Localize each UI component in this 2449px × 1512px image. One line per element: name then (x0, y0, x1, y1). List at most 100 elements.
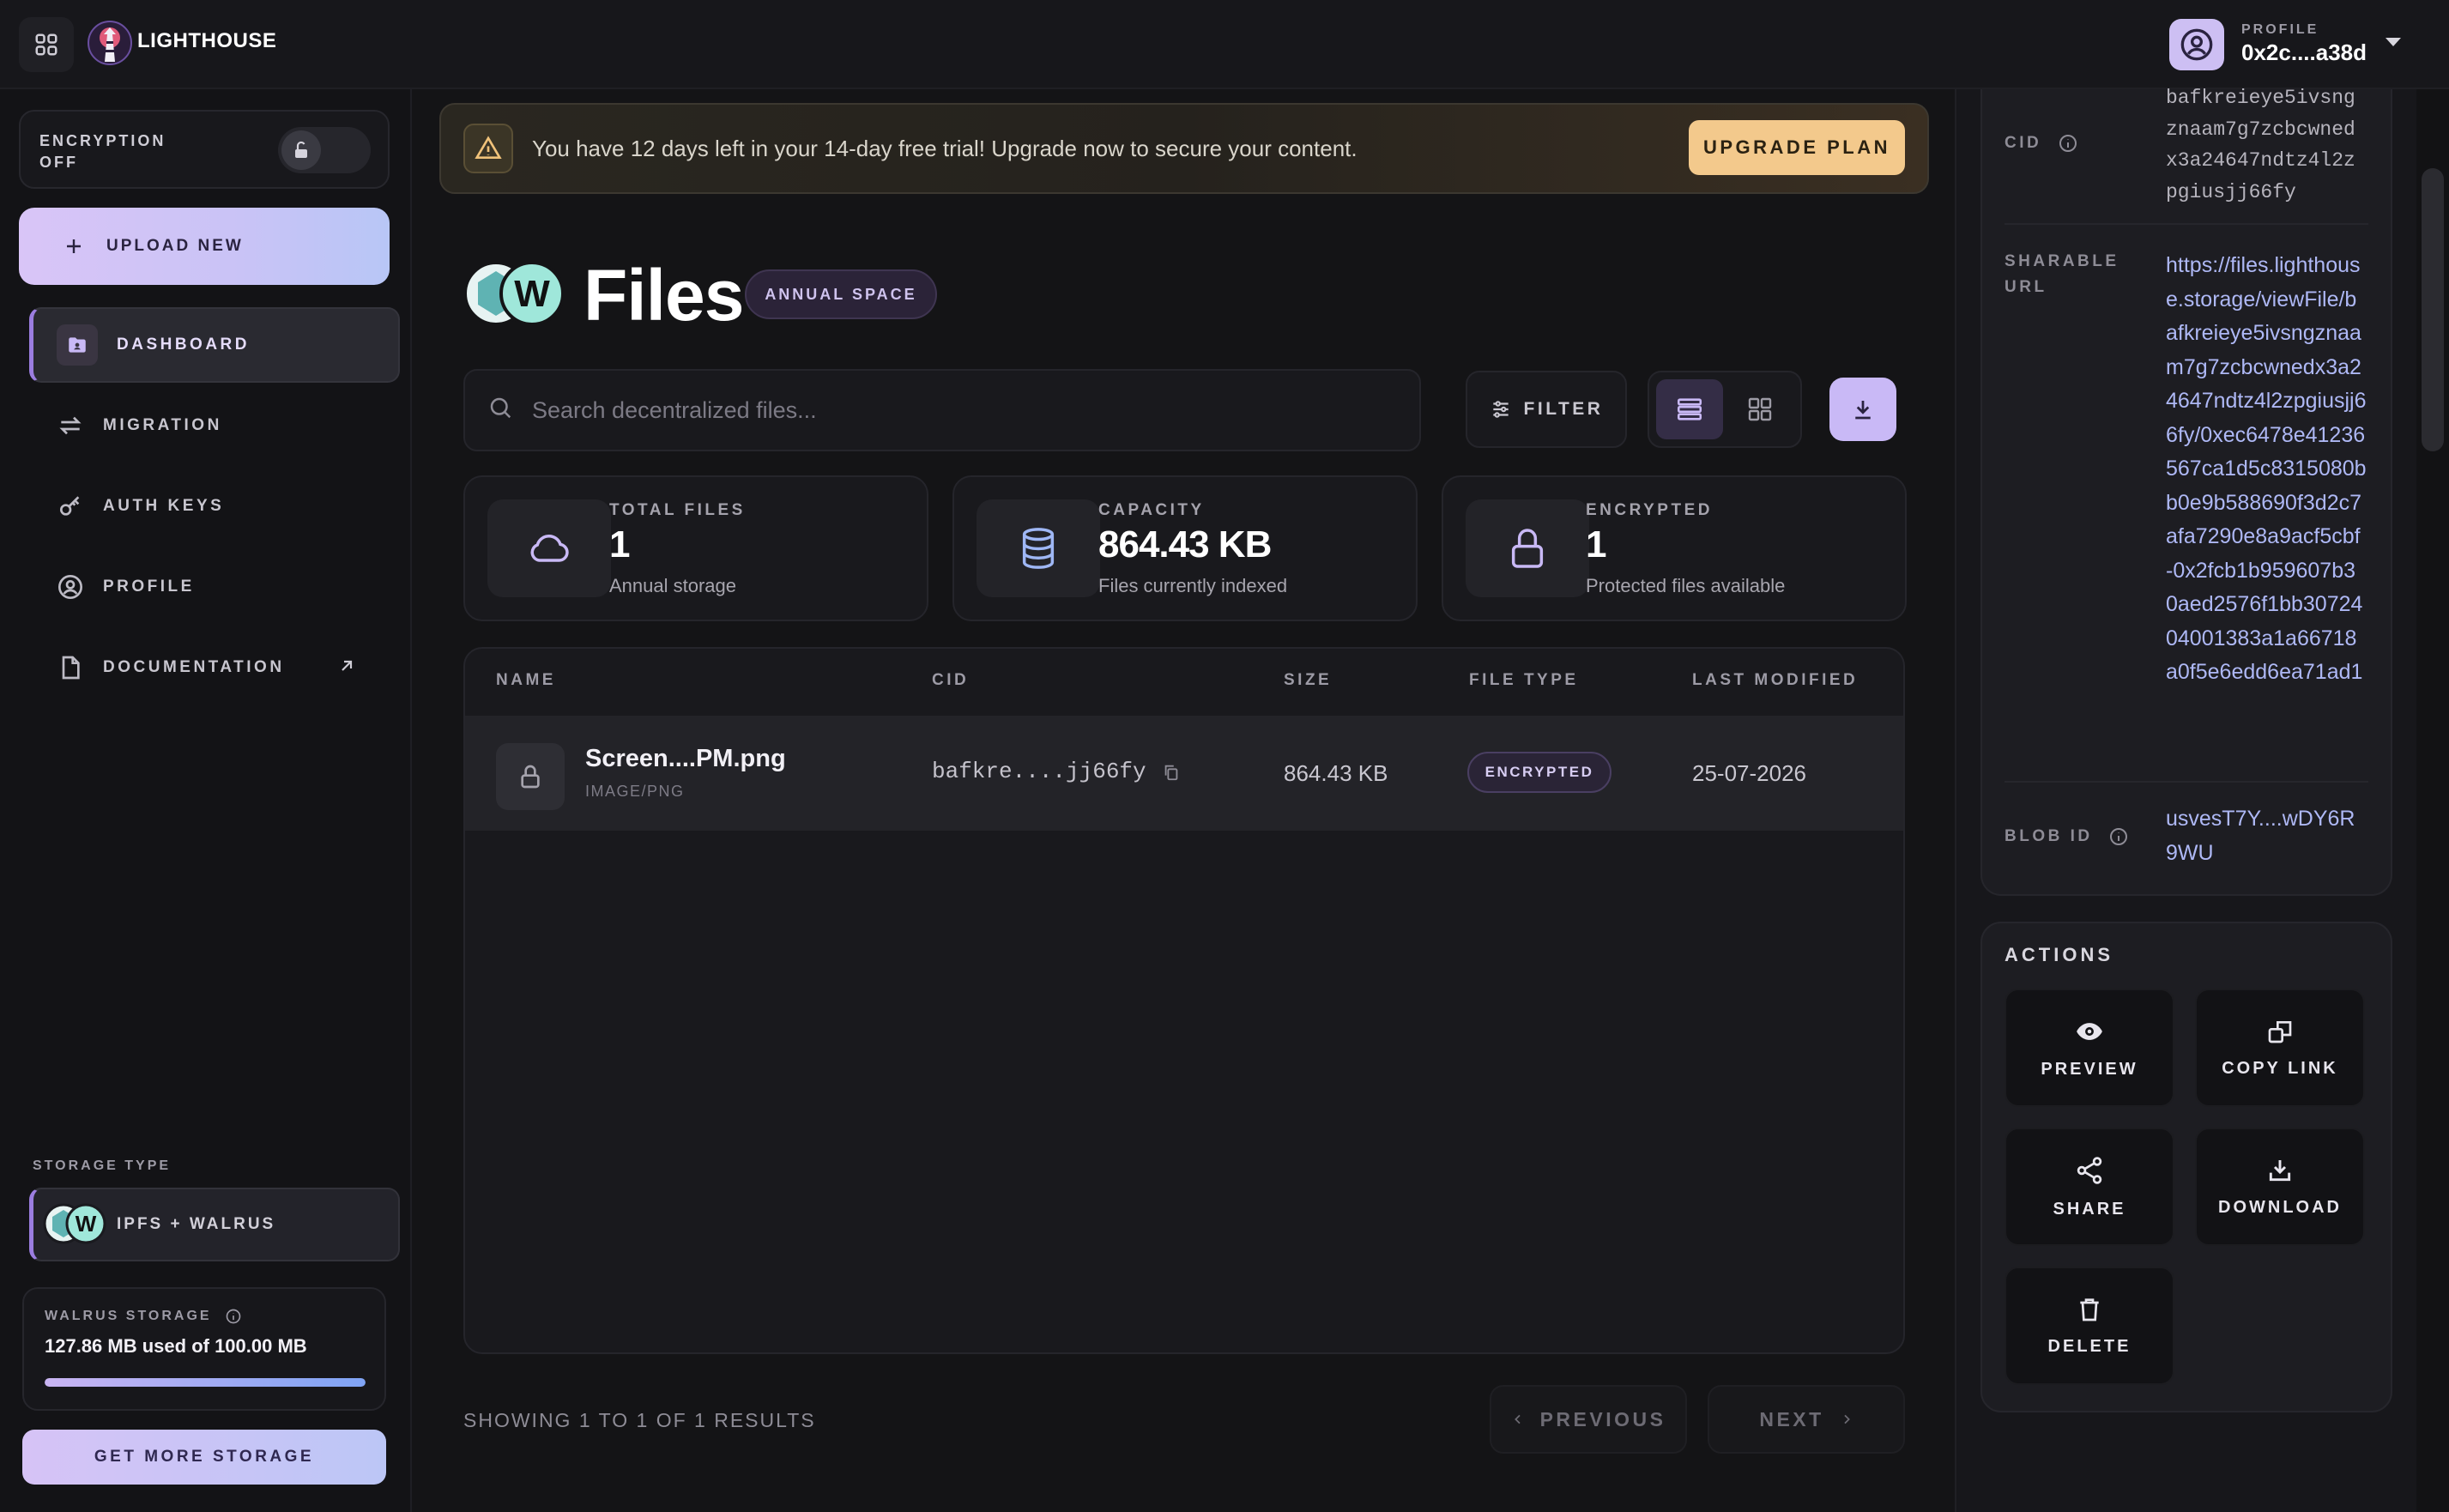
storage-type-caption: STORAGE TYPE (33, 1158, 172, 1173)
next-label: NEXT (1759, 1407, 1824, 1430)
search-icon (490, 397, 511, 419)
copy-link-button[interactable]: COPY LINK (2195, 989, 2365, 1107)
sliders-icon (1492, 401, 1509, 418)
file-modified: 25-07-2026 (1692, 760, 1806, 786)
info-icon[interactable] (225, 1308, 242, 1325)
upload-new-button[interactable]: UPLOAD NEW (19, 208, 390, 285)
scrollbar-thumb[interactable] (2422, 168, 2444, 451)
plus-icon (67, 239, 81, 253)
trash-icon (2080, 1297, 2099, 1321)
sidebar-item-label: PROFILE (103, 578, 195, 596)
preview-button[interactable]: PREVIEW (2005, 989, 2174, 1107)
download-button[interactable]: DOWNLOAD (2195, 1128, 2365, 1246)
blob-id-label: BLOB ID (2005, 824, 2129, 850)
encryption-toggle-knob[interactable] (281, 130, 321, 170)
download-all-button[interactable] (1829, 378, 1896, 441)
encryption-status-label: ENCRYPTION OFF (39, 132, 166, 171)
search-input[interactable] (532, 381, 1390, 439)
user-circle-icon (58, 575, 82, 599)
cid-label: CID (2005, 130, 2078, 156)
table-header-file-type[interactable]: FILE TYPE (1469, 671, 1579, 690)
space-badge: ANNUAL SPACE (745, 269, 937, 319)
sidebar-item-dashboard[interactable]: DASHBOARD (29, 307, 400, 383)
share-button[interactable]: SHARE (2005, 1128, 2174, 1246)
file-mime: IMAGE/PNG (585, 783, 685, 800)
top-bar (0, 0, 2449, 89)
grid-view-icon (1748, 397, 1772, 421)
previous-page-button[interactable]: PREVIOUS (1490, 1385, 1687, 1454)
file-type-badge: ENCRYPTED (1467, 752, 1612, 793)
walrus-storage-usage: 127.86 MB used of 100.00 MB (45, 1335, 307, 1357)
chevron-left-icon (1514, 1414, 1521, 1424)
list-view-button[interactable] (1656, 379, 1723, 439)
ipfs-walrus-logo-icon: W (463, 261, 565, 326)
unlock-icon (295, 141, 307, 158)
action-label: SHARE (2053, 1199, 2126, 1219)
sidebar-item-migration[interactable]: MIGRATION (29, 388, 400, 463)
stat-subtitle: Annual storage (609, 575, 736, 596)
user-circle-icon (2180, 28, 2213, 61)
sidebar-item-auth-keys[interactable]: AUTH KEYS (29, 469, 400, 544)
info-icon[interactable] (2108, 826, 2129, 847)
sharable-url-label: SHARABLE URL (2005, 252, 2119, 296)
actions-caption: ACTIONS (2005, 944, 2113, 965)
sidebar-item-profile[interactable]: PROFILE (29, 549, 400, 625)
table-header-size[interactable]: SIZE (1284, 671, 1332, 690)
table-header-cid[interactable]: CID (932, 671, 969, 690)
chevron-down-icon[interactable] (2386, 38, 2401, 46)
copy-icon (2268, 1020, 2292, 1043)
walrus-storage-progress (45, 1378, 366, 1387)
key-icon (60, 496, 80, 516)
sidebar-item-label: DOCUMENTATION (103, 658, 285, 676)
table-header-name[interactable]: NAME (496, 671, 556, 690)
app-grid-button[interactable] (19, 17, 74, 72)
folder-user-icon (57, 324, 98, 366)
grid-view-button[interactable] (1726, 379, 1793, 439)
profile-address[interactable]: 0x2c....a38d (2241, 39, 2367, 66)
upload-new-label: UPLOAD NEW (106, 237, 244, 255)
stat-caption: ENCRYPTED (1586, 501, 1713, 519)
delete-button[interactable]: DELETE (2005, 1267, 2174, 1385)
table-header-last-modified[interactable]: LAST MODIFIED (1692, 671, 1858, 690)
grid-icon (35, 33, 57, 56)
filter-button[interactable]: FILTER (1466, 371, 1627, 448)
ipfs-walrus-logo-icon: W (43, 1203, 106, 1244)
next-page-button[interactable]: NEXT (1708, 1385, 1905, 1454)
share-icon (2077, 1156, 2102, 1184)
stat-subtitle: Protected files available (1586, 575, 1786, 596)
stat-value: 864.43 KB (1098, 523, 1272, 565)
walrus-storage-caption: WALRUS STORAGE (45, 1308, 242, 1325)
file-cid: bafkre....jj66fy (932, 759, 1146, 784)
document-icon (62, 656, 80, 680)
info-icon[interactable] (2058, 133, 2078, 154)
get-more-storage-button[interactable]: GET MORE STORAGE (22, 1430, 386, 1485)
action-label: COPY LINK (2222, 1058, 2338, 1078)
table-row[interactable] (465, 716, 1903, 831)
lock-icon (1466, 499, 1589, 597)
walrus-storage-progress-fill (45, 1378, 366, 1387)
sidebar-item-label: MIGRATION (103, 416, 222, 434)
action-label: DELETE (2047, 1336, 2132, 1356)
stat-caption: TOTAL FILES (609, 501, 746, 519)
download-icon (1855, 401, 1871, 420)
swap-arrows-icon (59, 416, 82, 435)
lighthouse-logo-icon (88, 21, 132, 65)
divider (2005, 781, 2368, 783)
results-summary: SHOWING 1 TO 1 OF 1 RESULTS (463, 1409, 816, 1431)
brand-name: LIGHTHOUSE (137, 29, 277, 52)
lock-icon (496, 743, 565, 810)
file-name[interactable]: Screen....PM.png (585, 745, 786, 773)
action-label: DOWNLOAD (2218, 1197, 2342, 1217)
sidebar-item-label: AUTH KEYS (103, 497, 225, 515)
profile-caption: PROFILE (2241, 22, 2319, 37)
profile-avatar[interactable] (2169, 19, 2224, 70)
chevron-right-icon (1844, 1414, 1850, 1424)
upgrade-plan-button[interactable]: UPGRADE PLAN (1689, 120, 1905, 175)
trial-banner-text: You have 12 days left in your 14-day fre… (532, 136, 1358, 161)
cloud-icon (487, 499, 611, 597)
divider (2005, 223, 2368, 225)
copy-icon[interactable] (1162, 762, 1181, 783)
stat-subtitle: Files currently indexed (1098, 575, 1288, 596)
sharable-url-link[interactable]: https://files.lighthouse.storage/viewFil… (2166, 249, 2367, 690)
external-link-icon (342, 660, 353, 671)
